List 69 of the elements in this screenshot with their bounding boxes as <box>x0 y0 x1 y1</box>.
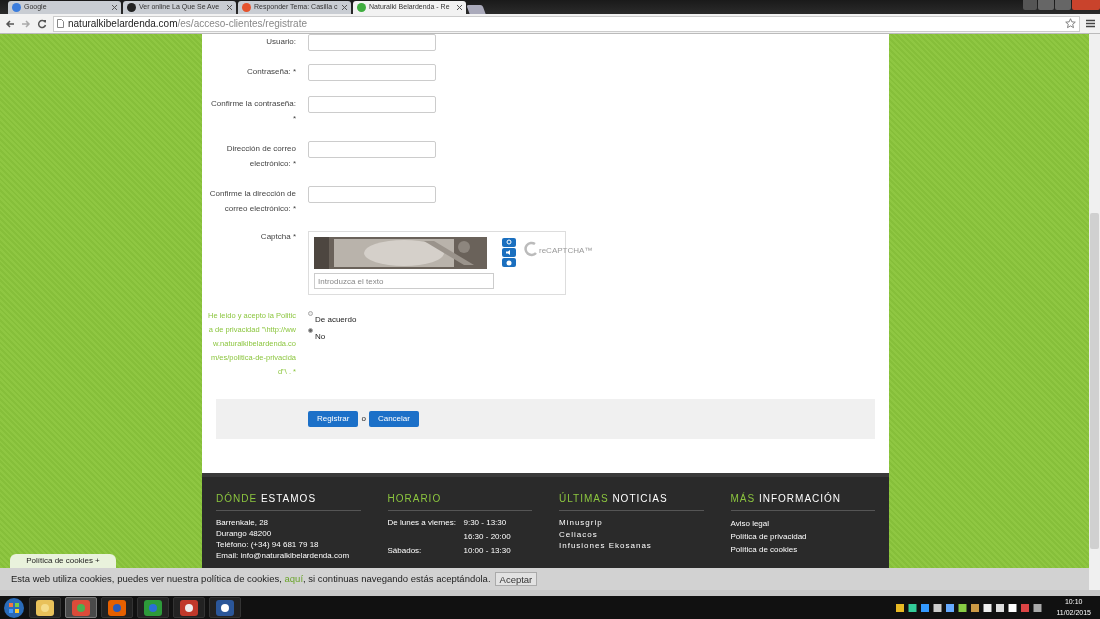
taskbar-app[interactable] <box>209 597 241 618</box>
tab-favicon-icon <box>242 3 251 12</box>
refresh-icon <box>506 239 512 246</box>
close-icon[interactable] <box>227 5 232 10</box>
footer-heading: DÓNDE ESTAMOS <box>216 491 361 511</box>
footer-heading: MÁS INFORMACIÓN <box>730 491 875 511</box>
text-field[interactable] <box>308 186 436 203</box>
cookie-notice: Esta web utiliza cookies, puedes ver nuestra política de cookies, aquí, si continuas navegando estás aceptándola. <box>11 571 491 586</box>
news-link[interactable]: Celiacos <box>559 528 704 540</box>
taskbar-app[interactable] <box>173 597 205 618</box>
tab-favicon-icon <box>357 3 366 12</box>
help-icon <box>506 259 512 266</box>
field-label: Confirme la contraseña: * <box>210 98 296 125</box>
text-field[interactable] <box>308 141 436 158</box>
cookie-policy-tab[interactable]: Política de cookies + <box>10 554 116 568</box>
captcha-field[interactable]: Introduzca el texto <box>314 273 494 289</box>
address-line: Barrenkale, 28 <box>216 517 270 528</box>
tab-favicon-icon <box>12 3 21 12</box>
text-field[interactable] <box>308 34 436 51</box>
text-field[interactable] <box>308 64 436 81</box>
address-line: Email: info@naturalkibelardenda.com <box>216 550 351 561</box>
register-button[interactable]: Registrar <box>308 411 359 427</box>
field-label: Confirme la dirección de correo electrónico: * <box>208 188 296 215</box>
taskbar-app[interactable] <box>29 597 61 618</box>
radio-option[interactable]: No <box>308 328 357 343</box>
field-label: Dirección de correo electrónico: * <box>225 143 296 170</box>
footer-heading: HORARIO <box>387 491 532 511</box>
news-link[interactable]: Minusgrip <box>559 517 704 529</box>
scrollbar[interactable] <box>1089 34 1100 590</box>
schedule-day: De lunes a viernes: <box>387 517 464 531</box>
close-icon[interactable] <box>457 5 462 10</box>
address-line: Teléfono: (+34) 94 681 79 18 <box>216 539 320 550</box>
close-icon[interactable] <box>342 5 347 10</box>
address-line: Durango 48200 <box>216 528 273 539</box>
field-label: Usuario: <box>265 36 296 48</box>
star-icon[interactable] <box>1065 18 1076 29</box>
start-icon[interactable] <box>3 596 25 619</box>
help-button[interactable] <box>502 258 516 267</box>
tab-favicon-icon <box>127 3 136 12</box>
page-icon <box>57 19 64 28</box>
new-tab-button[interactable] <box>466 5 486 14</box>
text-field[interactable] <box>308 96 436 113</box>
schedule-time: 16:30 - 20:00 <box>463 531 511 543</box>
cancel-button[interactable]: Cancelar <box>368 411 419 427</box>
recaptcha-logo-icon <box>524 241 538 257</box>
separator-text: o <box>361 413 366 425</box>
speaker-icon <box>506 250 512 255</box>
schedule-time: 9:30 - 13:30 <box>463 517 507 529</box>
app-icon[interactable] <box>179 598 199 617</box>
field-label: Captcha * <box>259 231 296 243</box>
window-controls-drawing[interactable] <box>1023 0 1100 10</box>
footer-heading: ÚLTIMAS NOTICIAS <box>559 491 704 511</box>
refresh-button[interactable] <box>502 238 516 247</box>
footer-link[interactable]: Política de cookies <box>730 543 875 556</box>
address-field[interactable]: naturalkibelardenda.com/es/acceso-clientes/registrate <box>53 15 1080 32</box>
news-link[interactable]: Infusiones Ekosanas <box>559 540 704 552</box>
back-icon[interactable] <box>5 18 15 29</box>
schedule-day: Sábados: <box>387 545 464 559</box>
reload-icon[interactable] <box>37 18 47 29</box>
accept-button[interactable]: Aceptar <box>494 572 538 586</box>
footer-link[interactable]: Política de privacidad <box>730 530 875 543</box>
footer-link[interactable]: Aviso legal <box>730 517 875 530</box>
recaptcha-logo-text: reCAPTCHA™ <box>539 245 593 257</box>
close-icon[interactable] <box>112 5 117 10</box>
menu-icon[interactable] <box>1086 19 1095 28</box>
schedule-time: 10:00 - 13:30 <box>463 545 511 557</box>
radio-option[interactable]: De acuerdo <box>308 311 357 326</box>
field-label: Contraseña: * <box>246 66 296 78</box>
audio-button[interactable] <box>502 248 516 257</box>
